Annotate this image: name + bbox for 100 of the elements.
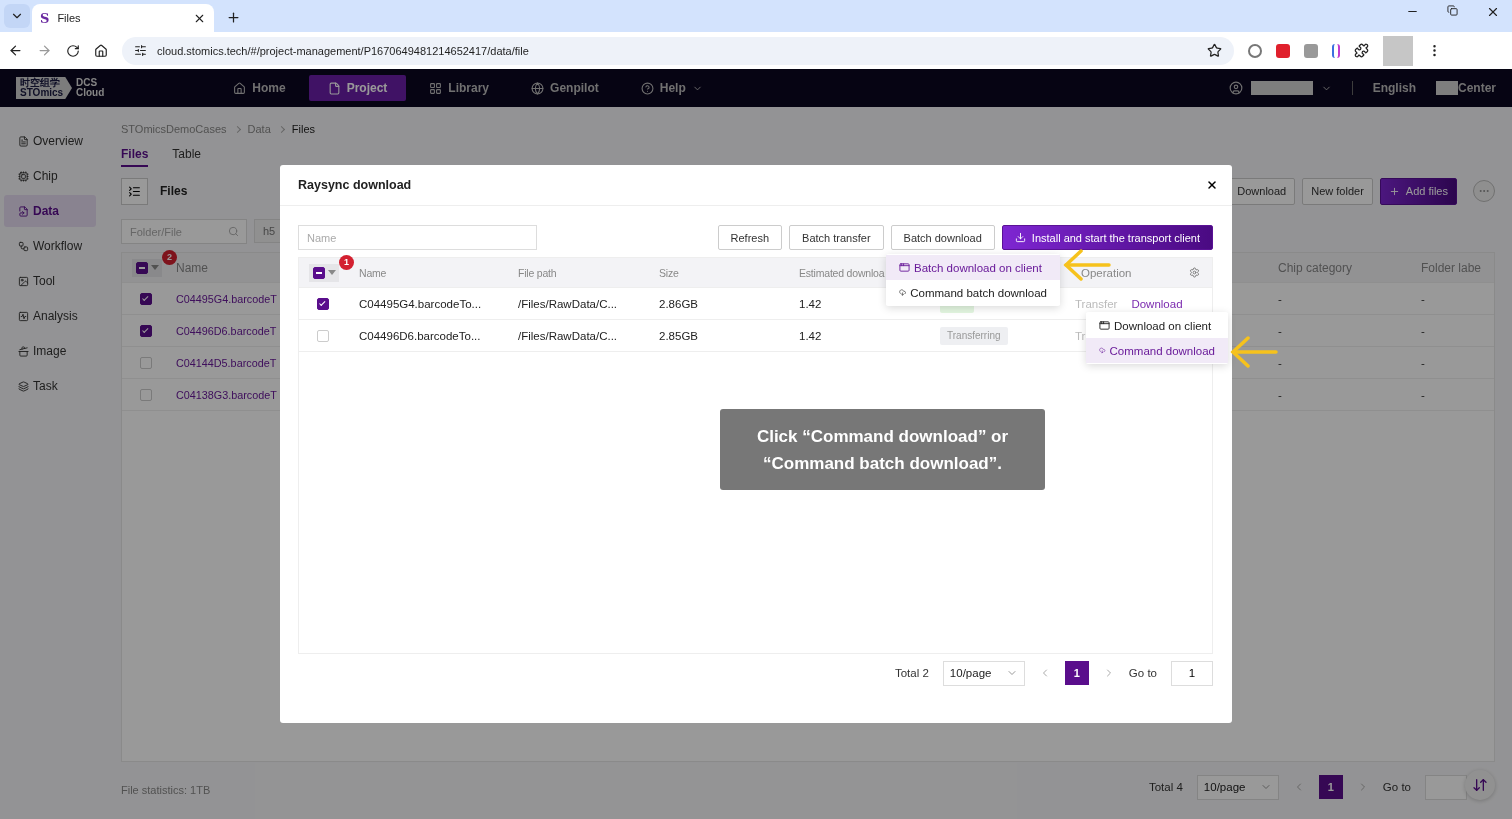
extension-icon[interactable]	[1248, 43, 1262, 58]
sidebar-item[interactable]: Overview	[4, 125, 96, 157]
table-cell: -	[1421, 324, 1425, 337]
table-cell: -	[1421, 388, 1425, 401]
extension-icon[interactable]	[1332, 43, 1340, 58]
dialog-button[interactable]: Install and start the transport client	[1001, 225, 1213, 250]
row-checkbox[interactable]	[140, 292, 152, 305]
file-name-link[interactable]: C04144D5.barcodeT	[176, 356, 277, 369]
close-icon	[1206, 179, 1218, 191]
plus-icon	[1388, 185, 1400, 197]
goto-input[interactable]	[1425, 774, 1467, 800]
menu-item[interactable]: Command download	[1086, 338, 1228, 363]
download-icon	[1014, 232, 1026, 243]
page-button[interactable]: 1	[1318, 775, 1343, 799]
back-icon[interactable]	[8, 43, 23, 58]
pot-icon	[18, 345, 29, 357]
breadcrumb-item: Files	[291, 123, 316, 135]
column-header: Size	[659, 266, 679, 279]
page-tab[interactable]: Files	[121, 147, 149, 167]
tab-list-button[interactable]	[4, 4, 30, 28]
row-checkbox[interactable]	[140, 324, 152, 337]
table-cell: /Files/RawData/C...	[518, 297, 618, 310]
toolbar-button[interactable]: Add files	[1379, 177, 1457, 205]
select-all-dropdown[interactable]	[132, 258, 162, 277]
sidebar-item[interactable]: Task	[4, 370, 96, 402]
forward-icon[interactable]	[37, 43, 52, 58]
nav-tab[interactable]: Library	[410, 75, 509, 101]
search-icon	[228, 226, 239, 237]
user-icon[interactable]	[1228, 81, 1243, 95]
menu-item[interactable]: Batch download on client	[886, 255, 1060, 280]
file-name-link[interactable]: C04496D6.barcodeT	[176, 324, 277, 337]
sidebar-item[interactable]: Data	[4, 195, 96, 227]
site-info-icon[interactable]	[134, 44, 147, 57]
file-name-link[interactable]: C04495G4.barcodeT	[176, 292, 277, 305]
file-name-link[interactable]: C04138G3.barcodeT	[176, 388, 277, 401]
tab-title: Files	[57, 12, 82, 24]
column-header: Operation	[1081, 266, 1132, 279]
toolbar-button[interactable]: New folder	[1302, 177, 1373, 205]
close-button[interactable]	[1206, 179, 1218, 191]
sidebar-item[interactable]: Analysis	[4, 300, 96, 332]
sidebar-item[interactable]: Image	[4, 335, 96, 367]
extension-icon[interactable]	[1276, 43, 1290, 58]
row-checkbox[interactable]	[317, 297, 329, 310]
language-link[interactable]: English	[1372, 81, 1416, 95]
count-badge: 2	[162, 249, 177, 265]
center-link[interactable]: Center	[1458, 81, 1496, 95]
layers-icon	[18, 380, 29, 392]
nav-tab[interactable]: Help	[621, 75, 722, 101]
settings-icon[interactable]	[1189, 267, 1200, 278]
redacted-block	[1436, 81, 1458, 95]
grid-icon	[429, 81, 443, 95]
page-size-select[interactable]: 10/page	[942, 660, 1025, 686]
table-cell: -	[1421, 356, 1425, 369]
restore-icon[interactable]	[1447, 4, 1458, 16]
globe-icon	[531, 81, 545, 95]
operation-link[interactable]: Download	[1131, 297, 1183, 310]
table-cell: 2.86GB	[659, 297, 698, 310]
scroll-top-button[interactable]	[1465, 770, 1495, 800]
sidebar-item[interactable]: Workflow	[4, 230, 96, 262]
collapse-button[interactable]	[121, 177, 148, 205]
dialog-button[interactable]: Refresh	[717, 225, 783, 250]
nav-tab[interactable]: Home	[214, 75, 305, 101]
chip-icon	[18, 170, 29, 182]
select-all-dropdown[interactable]	[309, 263, 339, 282]
page-tab[interactable]: Table	[172, 147, 202, 167]
browser-tab[interactable]: S Files	[32, 4, 214, 32]
home-icon[interactable]	[94, 43, 108, 58]
name-search-field[interactable]: Name	[298, 225, 537, 250]
goto-label: Go to	[1128, 667, 1157, 679]
image-icon	[18, 275, 29, 287]
file-statistics: File statistics: 1TB	[121, 784, 211, 796]
goto-input[interactable]: 1	[1171, 660, 1213, 686]
nav-tab[interactable]: Project	[308, 75, 407, 101]
nav-tab[interactable]: Genpilot	[512, 75, 618, 101]
file-icon	[327, 81, 341, 95]
sort-arrows-icon	[1472, 777, 1488, 793]
dialog-button[interactable]: Batch download	[890, 225, 995, 250]
menu-item[interactable]: Download on client	[1086, 313, 1228, 338]
help-icon	[640, 81, 654, 95]
menu-item[interactable]: Command batch download	[886, 280, 1060, 305]
table-cell: 1.42	[799, 329, 822, 342]
puzzle-icon[interactable]	[1354, 43, 1369, 58]
table-cell: -	[1278, 324, 1282, 337]
reload-icon[interactable]	[66, 43, 80, 58]
document-icon	[18, 135, 29, 147]
column-header: Name	[359, 266, 387, 279]
address-bar[interactable]: cloud.stomics.tech/#/project-management/P1670649481214652417/data/file	[122, 36, 1234, 65]
page-size-select[interactable]: 10/page	[1196, 774, 1279, 800]
total-count: Total 4	[1148, 781, 1183, 793]
bookmark-star-icon[interactable]	[1207, 43, 1222, 58]
dialog-button[interactable]: Batch transfer	[789, 225, 884, 250]
table-cell: /Files/RawData/C...	[518, 329, 618, 342]
workflow-icon	[18, 240, 29, 252]
new-tab-icon[interactable]	[226, 10, 241, 25]
page-button[interactable]: 1	[1064, 661, 1089, 685]
sidebar-item[interactable]: Chip	[4, 160, 96, 192]
extension-icon[interactable]	[1304, 43, 1318, 58]
window-icon	[899, 262, 910, 273]
cloud-download-icon	[1099, 345, 1106, 356]
sidebar-item[interactable]: Tool	[4, 265, 96, 297]
